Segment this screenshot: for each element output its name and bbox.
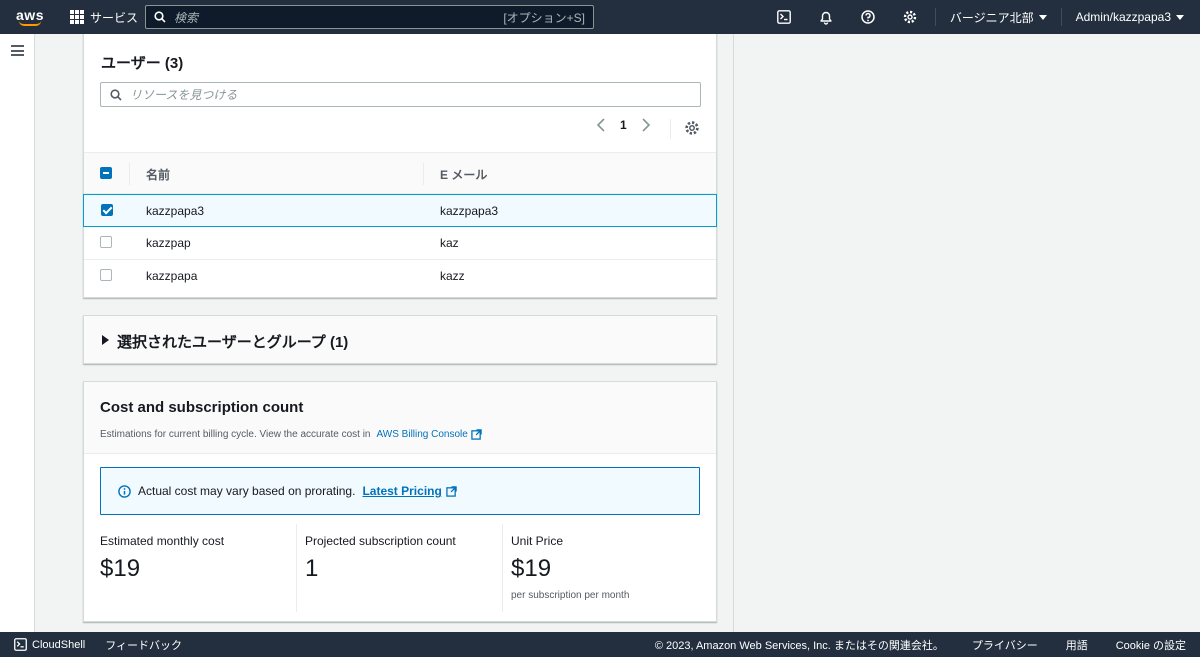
metric-subtext: per subscription per month bbox=[511, 590, 630, 601]
main-content: ユーザー (3) リソースを見つける 1 名前 E メール kazzpapa3 … bbox=[68, 34, 734, 632]
metric-divider bbox=[296, 524, 297, 612]
caret-down-icon bbox=[1038, 14, 1047, 20]
settings-button[interactable] bbox=[889, 0, 931, 34]
cloudshell-label: CloudShell bbox=[32, 638, 86, 651]
caret-down-icon bbox=[1176, 14, 1184, 20]
alert-text: Actual cost may vary based on prorating. bbox=[138, 484, 356, 498]
cost-panel-title: Cost and subscription count bbox=[100, 399, 304, 416]
select-all-checkbox[interactable] bbox=[100, 167, 112, 179]
cloudshell-footer-button[interactable]: CloudShell bbox=[14, 638, 85, 651]
column-divider bbox=[129, 163, 130, 185]
cost-description-text: Estimations for current billing cycle. V… bbox=[100, 429, 371, 440]
estimated-monthly-cost-metric: Estimated monthly cost $19 bbox=[100, 524, 300, 612]
search-icon bbox=[110, 88, 122, 101]
cost-subscription-panel: Cost and subscription count Estimations … bbox=[83, 381, 717, 622]
filter-placeholder: リソースを見つける bbox=[130, 88, 238, 102]
user-name-cell: kazzpapa bbox=[146, 269, 198, 283]
aws-logo-text: aws bbox=[16, 7, 44, 23]
notifications-button[interactable] bbox=[805, 0, 847, 34]
nav-divider bbox=[934, 8, 936, 26]
external-link-icon[interactable] bbox=[446, 485, 457, 497]
help-button[interactable] bbox=[847, 0, 889, 34]
terms-link[interactable]: 用語 bbox=[1066, 637, 1088, 653]
selected-users-groups-title: 選択されたユーザーとグループ (1) bbox=[117, 334, 349, 351]
row-checkbox[interactable] bbox=[100, 236, 112, 248]
caret-right-icon bbox=[102, 335, 109, 345]
unit-price-metric: Unit Price $19 per subscription per mont… bbox=[511, 524, 711, 612]
projected-subscription-count-metric: Projected subscription count 1 bbox=[305, 524, 505, 612]
cloudshell-icon bbox=[776, 10, 791, 24]
metric-value: $19 bbox=[100, 555, 141, 582]
table-row[interactable]: kazzpap kaz bbox=[84, 227, 716, 260]
feedback-label: フィードバック bbox=[105, 639, 182, 652]
services-menu-button[interactable]: サービス bbox=[70, 9, 138, 26]
top-navigation: aws サービス 検索 [オプション+S] バージニア北部 Admin/kazz… bbox=[0, 0, 1200, 34]
aws-logo[interactable]: aws bbox=[4, 0, 56, 34]
table-settings-gear-icon[interactable] bbox=[684, 120, 700, 136]
external-link-icon[interactable] bbox=[471, 429, 482, 440]
metric-label: Estimated monthly cost bbox=[100, 534, 225, 548]
user-name-cell: kazzpapa3 bbox=[146, 204, 205, 218]
table-header: 名前 E メール bbox=[84, 152, 716, 194]
chevron-left-icon[interactable] bbox=[596, 118, 606, 132]
table-row[interactable]: kazzpapa3 kazzpapa3 bbox=[83, 194, 717, 227]
settings-gear-icon bbox=[903, 10, 917, 24]
grid-icon bbox=[70, 10, 84, 24]
account-menu[interactable]: Admin/kazzpapa3 bbox=[1066, 10, 1200, 24]
column-header-email[interactable]: E メール bbox=[440, 166, 487, 183]
services-label: サービス bbox=[90, 10, 139, 25]
user-email-cell: kaz bbox=[440, 236, 459, 250]
region-label: バージニア北部 bbox=[949, 10, 1034, 25]
region-selector[interactable]: バージニア北部 bbox=[940, 9, 1057, 26]
menu-hamburger-icon[interactable] bbox=[11, 45, 24, 56]
chevron-right-icon[interactable] bbox=[641, 118, 651, 132]
metric-label: Unit Price bbox=[511, 534, 564, 548]
metric-label: Projected subscription count bbox=[305, 534, 456, 548]
row-checkbox[interactable] bbox=[101, 204, 113, 216]
privacy-link[interactable]: プライバシー bbox=[972, 637, 1038, 653]
account-label: Admin/kazzpapa3 bbox=[1075, 10, 1171, 24]
resource-filter-input[interactable]: リソースを見つける bbox=[100, 82, 701, 107]
user-email-cell: kazz bbox=[440, 269, 465, 283]
users-table-panel: ユーザー (3) リソースを見つける 1 名前 E メール kazzpapa3 … bbox=[83, 34, 717, 298]
table-row[interactable]: kazzpapa kazz bbox=[84, 260, 716, 293]
copyright-text: © 2023, Amazon Web Services, Inc. またはその関… bbox=[654, 639, 944, 652]
column-divider bbox=[423, 163, 424, 185]
row-checkbox[interactable] bbox=[100, 269, 112, 281]
metric-value: $19 bbox=[511, 555, 552, 582]
pricing-info-alert: Actual cost may vary based on prorating.… bbox=[100, 467, 700, 515]
nav-divider bbox=[1060, 8, 1062, 26]
notifications-bell-icon bbox=[820, 11, 832, 25]
footer-right-links: © 2023, Amazon Web Services, Inc. またはその関… bbox=[655, 632, 1186, 657]
aws-smile-icon bbox=[19, 21, 41, 26]
cloudshell-icon bbox=[14, 638, 27, 651]
search-shortcut-hint: [オプション+S] bbox=[503, 10, 585, 25]
cloudshell-button[interactable] bbox=[763, 0, 805, 34]
cookie-settings-link[interactable]: Cookie の設定 bbox=[1116, 637, 1186, 653]
column-header-name[interactable]: 名前 bbox=[146, 166, 170, 183]
pagination-divider bbox=[670, 119, 671, 139]
cost-panel-header: Cost and subscription count Estimations … bbox=[84, 382, 716, 454]
empty-right-pane bbox=[734, 34, 1200, 632]
current-page-number[interactable]: 1 bbox=[620, 118, 627, 132]
side-navigation-rail bbox=[0, 34, 35, 632]
search-placeholder: 検索 bbox=[174, 10, 199, 25]
help-icon bbox=[861, 10, 875, 24]
user-name-cell: kazzpap bbox=[146, 236, 191, 250]
info-icon bbox=[118, 484, 131, 498]
metric-divider bbox=[502, 524, 503, 612]
billing-console-link[interactable]: AWS Billing Console bbox=[377, 429, 468, 440]
user-email-cell: kazzpapa3 bbox=[440, 204, 499, 218]
latest-pricing-link[interactable]: Latest Pricing bbox=[362, 484, 441, 498]
pagination: 1 bbox=[596, 118, 651, 132]
console-footer: CloudShell フィードバック © 2023, Amazon Web Se… bbox=[0, 632, 1200, 657]
metric-value: 1 bbox=[305, 555, 319, 582]
nav-right-group: バージニア北部 Admin/kazzpapa3 bbox=[763, 0, 1200, 34]
users-table-title: ユーザー (3) bbox=[101, 55, 184, 72]
global-search-input[interactable]: 検索 [オプション+S] bbox=[145, 5, 594, 29]
search-icon bbox=[154, 11, 166, 23]
feedback-link[interactable]: フィードバック bbox=[105, 637, 182, 653]
selected-users-groups-expander[interactable]: 選択されたユーザーとグループ (1) bbox=[83, 315, 717, 364]
cost-description: Estimations for current billing cycle. V… bbox=[100, 429, 482, 440]
